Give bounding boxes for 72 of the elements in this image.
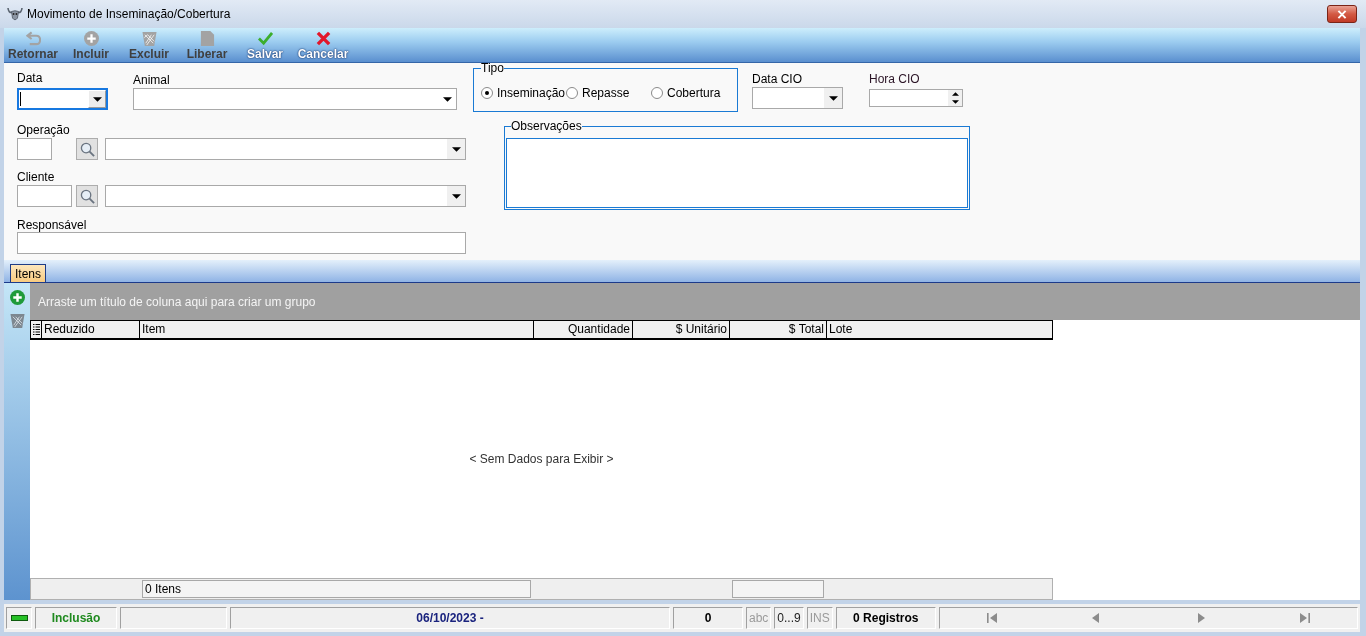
caret-up-icon (951, 92, 959, 96)
field-label: Data (17, 71, 43, 85)
dropdown-button[interactable] (88, 90, 106, 108)
date-field[interactable] (17, 88, 108, 110)
column-header[interactable]: Item (140, 321, 534, 338)
code-field[interactable] (17, 138, 52, 160)
field-label: Animal (133, 73, 170, 87)
bull-head-icon (7, 6, 23, 22)
field-label: Responsável (17, 218, 87, 232)
window-title: Movimento de Inseminação/Cobertura (27, 7, 231, 21)
column-header[interactable]: $ Total (730, 321, 827, 338)
document-icon (199, 31, 215, 46)
group-label: Tipo (481, 63, 504, 73)
keyboard-indicator: 0...9 (774, 607, 804, 629)
status-mode: Inclusão (35, 607, 117, 629)
trash-icon (141, 31, 157, 46)
dropdown-button[interactable] (447, 139, 465, 159)
group-label: Observações (511, 121, 582, 131)
trash-icon[interactable] (9, 313, 25, 328)
status-count: 0 (673, 607, 743, 629)
keyboard-indicator: INS (806, 607, 833, 629)
spin-down-button[interactable] (948, 98, 962, 106)
skip-back-icon (986, 613, 997, 623)
radio-option[interactable]: Cobertura (651, 86, 736, 100)
group-hint: Arraste um título de coluna aqui para criar um grupo (38, 294, 316, 309)
observations-field[interactable] (506, 138, 968, 208)
heat-date-field[interactable] (752, 87, 843, 109)
code-field[interactable] (17, 185, 72, 207)
dropdown-button[interactable] (447, 186, 465, 206)
column-header[interactable]: Reduzido (42, 321, 140, 338)
column-header[interactable]: $ Unitário (633, 321, 730, 338)
column-header[interactable]: Quantidade (534, 321, 633, 338)
skip-forward-icon (1299, 613, 1310, 623)
text-cursor-icon (20, 92, 21, 106)
caret-down-icon (92, 96, 102, 102)
radio-option[interactable]: Repasse (566, 86, 651, 100)
radio-option[interactable]: Inseminação (481, 86, 566, 100)
empty-grid-message: < Sem Dados para Exibir > (469, 452, 614, 466)
field-label: Operação (17, 123, 70, 137)
close-icon (1337, 9, 1347, 19)
heat-time-field[interactable] (869, 89, 963, 107)
plus-circle-icon (83, 31, 99, 46)
status-date: 06/10/2023 - (230, 607, 670, 629)
caret-down-icon (442, 96, 452, 102)
field-label: Cliente (17, 170, 55, 184)
search-icon (79, 188, 95, 204)
caret-down-icon (951, 100, 959, 104)
return-arrow-icon (25, 31, 41, 46)
record-count: 0 Registros (835, 607, 936, 629)
dropdown-button[interactable] (824, 88, 842, 108)
column-chooser-button[interactable] (31, 321, 42, 338)
caret-down-icon (451, 193, 461, 199)
tab[interactable]: Itens (10, 264, 46, 282)
column-header[interactable]: Lote (827, 321, 1052, 338)
field-label: Hora CIO (869, 72, 920, 86)
search-button[interactable] (76, 138, 98, 160)
triangle-left-icon (1091, 613, 1102, 623)
search-icon (79, 141, 95, 157)
checkmark-icon (257, 31, 273, 46)
triangle-right-icon (1195, 613, 1206, 623)
item-count: 0 Itens (142, 580, 531, 598)
status-led-icon (10, 615, 28, 621)
cross-icon (315, 31, 331, 46)
caret-down-icon (451, 146, 461, 152)
keyboard-indicator: abc (746, 607, 772, 629)
add-row-icon[interactable] (9, 290, 25, 305)
spin-up-button[interactable] (948, 90, 962, 98)
field-label: Data CIO (752, 72, 802, 86)
responsible-field[interactable] (17, 232, 466, 254)
search-button[interactable] (76, 185, 98, 207)
close-button[interactable] (1327, 5, 1357, 23)
caret-down-icon (828, 95, 838, 101)
